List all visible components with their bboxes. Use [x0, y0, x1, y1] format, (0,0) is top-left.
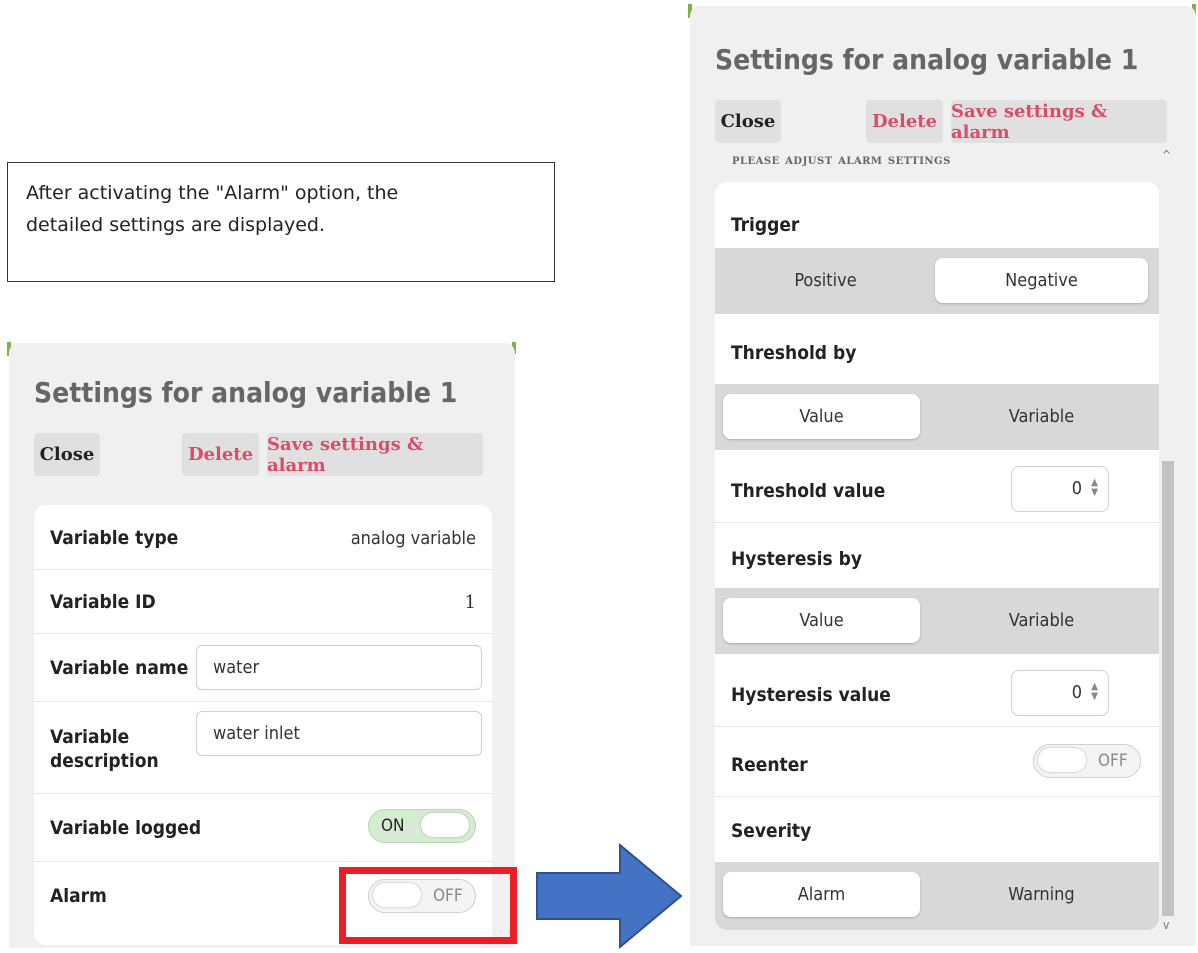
variable-description-input[interactable]: water inlet	[196, 711, 482, 756]
variable-type-label: Variable type	[50, 527, 179, 549]
right-save-button[interactable]: Save settings & alarm	[951, 100, 1167, 143]
variable-logged-toggle-text: ON	[381, 816, 405, 836]
hysteresis-by-option-value[interactable]: Value	[723, 598, 920, 643]
right-panel-title: Settings for analog variable 1	[715, 43, 1139, 76]
variable-logged-toggle-knob	[421, 813, 469, 837]
variable-name-row: Variable name water	[34, 633, 492, 702]
annotation-note: After activating the "Alarm" option, the…	[7, 162, 555, 282]
trigger-row: Trigger	[715, 182, 1159, 246]
left-save-button[interactable]: Save settings & alarm	[267, 433, 483, 476]
right-delete-button[interactable]: Delete	[866, 100, 943, 143]
variable-id-label: Variable ID	[50, 591, 156, 613]
reenter-toggle[interactable]: OFF	[1033, 744, 1141, 778]
trigger-option-negative[interactable]: Negative	[935, 258, 1148, 303]
reenter-label: Reenter	[731, 754, 808, 776]
scroll-down-icon[interactable]: v	[1163, 918, 1169, 932]
severity-option-alarm[interactable]: Alarm	[723, 872, 920, 917]
note-line-2: detailed settings are displayed.	[26, 214, 326, 236]
variable-logged-toggle[interactable]: ON	[368, 809, 476, 843]
trigger-option-positive[interactable]: Positive	[723, 258, 928, 303]
severity-option-warning[interactable]: Warning	[935, 872, 1148, 917]
variable-logged-row: Variable logged ON	[34, 793, 492, 862]
variable-description-row: Variable description water inlet	[34, 701, 492, 794]
right-settings-panel: Settings for analog variable 1 Close Del…	[690, 6, 1196, 946]
variable-name-input[interactable]: water	[196, 645, 482, 690]
threshold-value-number: 0	[1071, 478, 1082, 499]
alarm-highlight-box	[339, 867, 517, 944]
reenter-toggle-text: OFF	[1098, 751, 1128, 771]
hysteresis-value-row: Hysteresis value 0 ▲ ▼	[715, 654, 1159, 727]
severity-row: Severity	[715, 796, 1159, 860]
variable-type-value: analog variable	[350, 528, 476, 549]
hysteresis-value-number: 0	[1071, 682, 1082, 703]
variable-logged-label: Variable logged	[50, 817, 202, 839]
threshold-by-row: Threshold by	[715, 314, 1159, 382]
threshold-by-option-variable[interactable]: Variable	[935, 394, 1148, 439]
left-delete-button[interactable]: Delete	[182, 433, 259, 476]
trigger-segmented-control: Positive Negative	[715, 248, 1159, 314]
severity-segmented-control: Alarm Warning	[715, 862, 1159, 930]
hysteresis-by-row: Hysteresis by	[715, 522, 1159, 588]
alarm-settings-card: Trigger Positive Negative Threshold by V…	[715, 182, 1159, 930]
variable-id-row: Variable ID 1	[34, 569, 492, 634]
arrow-right-icon	[536, 843, 683, 949]
threshold-value-label: Threshold value	[731, 480, 886, 502]
left-close-button[interactable]: Close	[34, 433, 100, 476]
threshold-value-spinner-icon[interactable]: ▲ ▼	[1091, 478, 1098, 498]
alarm-label: Alarm	[50, 885, 107, 907]
left-panel-title: Settings for analog variable 1	[34, 376, 458, 409]
reenter-toggle-knob	[1038, 748, 1086, 772]
threshold-by-label: Threshold by	[731, 342, 857, 364]
scrollbar-thumb[interactable]	[1162, 461, 1174, 916]
threshold-value-row: Threshold value 0 ▲ ▼	[715, 450, 1159, 523]
severity-label: Severity	[731, 820, 812, 842]
reenter-row: Reenter OFF	[715, 726, 1159, 797]
hysteresis-value-spinner-icon[interactable]: ▲ ▼	[1091, 682, 1098, 702]
hysteresis-by-segmented-control: Value Variable	[715, 588, 1159, 654]
left-settings-panel: Settings for analog variable 1 Close Del…	[9, 343, 515, 948]
hysteresis-by-label: Hysteresis by	[731, 548, 862, 570]
variable-description-label-line2: description	[50, 750, 159, 772]
variable-type-row: Variable type analog variable	[34, 505, 492, 570]
variable-description-label: Variable description	[50, 725, 159, 773]
variable-id-value: 1	[464, 592, 476, 613]
right-close-button[interactable]: Close	[715, 100, 781, 143]
threshold-by-segmented-control: Value Variable	[715, 384, 1159, 450]
trigger-label: Trigger	[731, 214, 800, 236]
hysteresis-value-label: Hysteresis value	[731, 684, 891, 706]
variable-description-label-line1: Variable	[50, 726, 130, 748]
hysteresis-by-option-variable[interactable]: Variable	[935, 598, 1148, 643]
hysteresis-value-input[interactable]: 0 ▲ ▼	[1011, 670, 1109, 716]
alarm-settings-section-header: Please adjust alarm settings	[732, 152, 951, 168]
variable-name-label: Variable name	[50, 657, 189, 679]
threshold-value-input[interactable]: 0 ▲ ▼	[1011, 466, 1109, 512]
scrollbar-track[interactable]	[1161, 176, 1175, 921]
note-line-1: After activating the "Alarm" option, the	[26, 182, 399, 204]
threshold-by-option-value[interactable]: Value	[723, 394, 920, 439]
scroll-up-icon[interactable]: ^	[1162, 148, 1171, 162]
